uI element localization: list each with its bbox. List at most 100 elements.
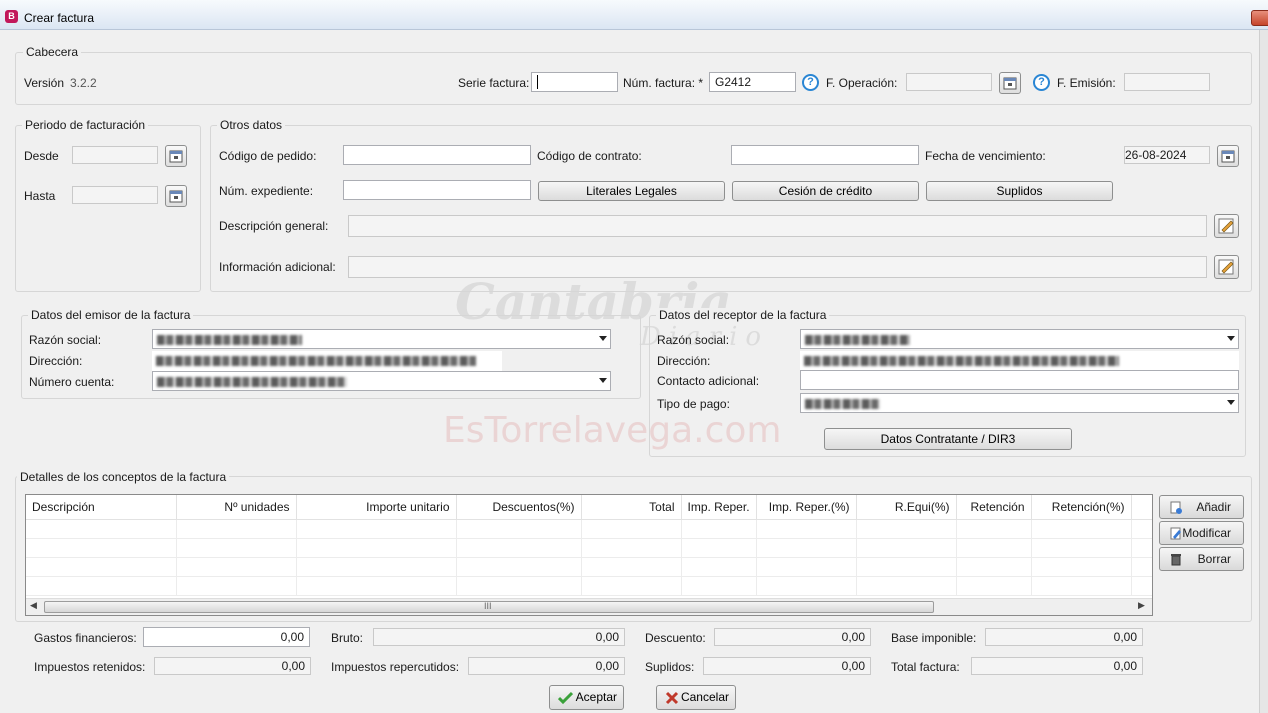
contrato-label: Código de contrato: [537,149,642,163]
pedido-input[interactable] [343,145,531,165]
trash-icon [1171,554,1181,566]
gastos-financieros-label: Gastos financieros: [34,631,137,645]
cancel-label: Cancelar [680,690,729,704]
window-scrollbar[interactable] [1259,30,1268,713]
delete-concept-button[interactable]: Borrar [1159,547,1244,571]
chevron-down-icon [1227,336,1235,341]
table-row[interactable] [26,557,1152,577]
period-legend: Periodo de facturación [22,118,149,132]
literales-legales-button[interactable]: Literales Legales [538,181,725,201]
otros-legend: Otros datos [217,118,286,132]
scroll-right-arrow-icon[interactable]: ▶ [1138,600,1145,611]
tipo-pago-combo[interactable] [800,393,1239,413]
suplidos-button[interactable]: Suplidos [926,181,1113,201]
help-icon[interactable]: ? [802,74,819,91]
descuento-label: Descuento: [645,631,706,645]
descripcion-general-field [348,215,1207,237]
table-row[interactable] [26,576,1152,596]
emisor-legend: Datos del emisor de la factura [28,308,194,322]
emisor-razon-combo[interactable] [152,329,611,349]
add-document-icon [1170,501,1182,514]
receptor-legend: Datos del receptor de la factura [656,308,830,322]
scroll-grip: III [484,601,492,611]
total-factura-field: 0,00 [971,657,1143,675]
column-header[interactable]: Importe unitario [296,495,457,520]
column-header[interactable]: Retención(%) [1031,495,1132,520]
column-header[interactable]: Imp. Reper.(%) [756,495,857,520]
hasta-label: Hasta [24,189,56,203]
modify-concept-button[interactable]: Modificar [1159,521,1244,545]
receptor-direccion-field [800,351,1239,371]
column-header[interactable]: Imp. Reper. [681,495,757,520]
calendar-icon [169,150,183,163]
table-row[interactable] [26,538,1152,558]
gastos-financieros-input[interactable]: 0,00 [143,627,310,647]
redacted-text [805,399,880,409]
column-header[interactable]: R.Equi(%) [856,495,957,520]
add-concept-button[interactable]: Añadir [1159,495,1244,519]
fecha-operacion-label: F. Operación: [826,76,898,90]
close-button[interactable] [1251,10,1268,26]
expediente-input[interactable] [343,180,531,200]
column-header[interactable]: Descuentos(%) [456,495,582,520]
num-factura-input[interactable]: G2412 [709,72,796,92]
conceptos-legend: Detalles de los conceptos de la factura [17,470,230,484]
tipo-pago-label: Tipo de pago: [657,397,730,411]
table-row[interactable] [26,519,1152,539]
calendar-button[interactable] [165,145,187,167]
base-imponible-field: 0,00 [985,628,1143,646]
cancel-button[interactable]: Cancelar [656,685,736,710]
impuestos-repercutidos-field: 0,00 [468,657,625,675]
redacted-text [156,356,476,366]
scroll-left-arrow-icon[interactable]: ◀ [30,600,37,611]
close-x-icon [665,691,679,705]
calendar-button[interactable] [999,72,1021,94]
serie-label: Serie factura: [458,76,530,90]
base-imponible-label: Base imponible: [891,631,977,645]
text-caret [537,75,538,89]
column-header[interactable]: Descripción [26,495,177,520]
pencil-icon [1218,218,1234,234]
informacion-adicional-field [348,256,1207,278]
chevron-down-icon [599,336,607,341]
bruto-field: 0,00 [373,628,625,646]
emisor-cuenta-combo[interactable] [152,371,611,391]
calendar-icon [169,190,183,203]
calendar-button[interactable] [1217,145,1239,167]
desde-label: Desde [24,149,59,163]
emisor-cuenta-label: Número cuenta: [29,375,115,389]
pencil-icon [1218,259,1234,275]
desde-field [72,146,158,164]
column-header[interactable]: Total [581,495,682,520]
checkmark-icon [558,691,573,705]
edit-document-icon [1170,527,1181,540]
version-label: Versión [24,76,65,90]
fecha-emision-field [1124,73,1210,91]
column-header[interactable]: Retención [956,495,1032,520]
contrato-input[interactable] [731,145,919,165]
pedido-label: Código de pedido: [219,149,317,163]
vencimiento-label: Fecha de vencimiento: [925,149,1046,163]
edit-button[interactable] [1214,214,1239,238]
cesion-credito-button[interactable]: Cesión de crédito [732,181,919,201]
column-header-filler [1131,495,1152,520]
redacted-text [157,377,347,387]
chevron-down-icon [599,378,607,383]
datos-contratante-button[interactable]: Datos Contratante / DIR3 [824,428,1072,450]
delete-concept-label: Borrar [1197,552,1231,566]
column-header[interactable]: Nº unidades [176,495,297,520]
serie-input[interactable] [531,72,618,92]
edit-button[interactable] [1214,255,1239,279]
contacto-adicional-input[interactable] [800,370,1239,390]
modify-concept-label: Modificar [1182,526,1231,540]
help-icon[interactable]: ? [1033,74,1050,91]
calendar-button[interactable] [165,185,187,207]
add-concept-label: Añadir [1196,500,1231,514]
calendar-icon [1003,77,1017,90]
accept-button[interactable]: Aceptar [549,685,624,710]
receptor-razon-combo[interactable] [800,329,1239,349]
bruto-label: Bruto: [331,631,364,645]
contacto-adicional-label: Contacto adicional: [657,374,760,388]
impuestos-retenidos-field: 0,00 [154,657,311,675]
redacted-text [804,356,1119,366]
